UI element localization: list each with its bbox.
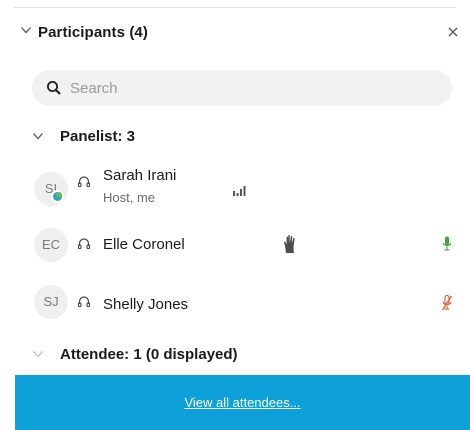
close-icon[interactable] [445, 24, 461, 40]
presence-status-icon [51, 190, 64, 203]
raised-hand-icon[interactable] [282, 234, 298, 254]
headset-icon [77, 176, 91, 188]
headset-icon [77, 296, 91, 308]
microphone-icon[interactable] [442, 236, 452, 252]
panel-title: Participants (4) [38, 24, 148, 41]
participant-row[interactable]: EC Elle Coronel [0, 222, 470, 266]
avatar: SJ [34, 285, 68, 319]
participant-row[interactable]: SJ Shelly Jones [0, 281, 470, 325]
section-title: Panelist: 3 [60, 128, 136, 145]
view-all-attendees-link[interactable]: View all attendees... [15, 395, 470, 410]
view-attendees-bar: View all attendees... [15, 375, 470, 430]
search-icon [47, 81, 61, 95]
participant-role: Host, me [103, 190, 156, 205]
search-box[interactable] [32, 70, 452, 106]
avatar: EC [34, 228, 68, 262]
avatar-initials: EC [41, 237, 61, 252]
participant-name: Shelly Jones [103, 296, 189, 313]
participant-row[interactable]: SI Sarah Irani Host, me [0, 166, 470, 210]
top-divider [14, 7, 456, 8]
chevron-down-icon[interactable] [32, 130, 44, 142]
headset-icon [77, 238, 91, 250]
avatar: SI [34, 172, 68, 206]
section-attendees[interactable]: Attendee: 1 (0 displayed) [0, 344, 470, 368]
avatar-initials: SJ [43, 294, 59, 309]
section-panelists[interactable]: Panelist: 3 [0, 126, 470, 150]
section-title: Attendee: 1 (0 displayed) [60, 346, 238, 363]
participant-name: Elle Coronel [103, 236, 185, 253]
chevron-down-icon[interactable] [32, 348, 44, 360]
signal-bars-icon [233, 186, 246, 196]
microphone-muted-icon[interactable] [442, 295, 452, 311]
chevron-down-icon[interactable] [20, 24, 32, 36]
participant-name: Sarah Irani [103, 167, 177, 184]
search-input[interactable] [70, 70, 440, 106]
participants-header: Participants (4) [0, 22, 470, 50]
